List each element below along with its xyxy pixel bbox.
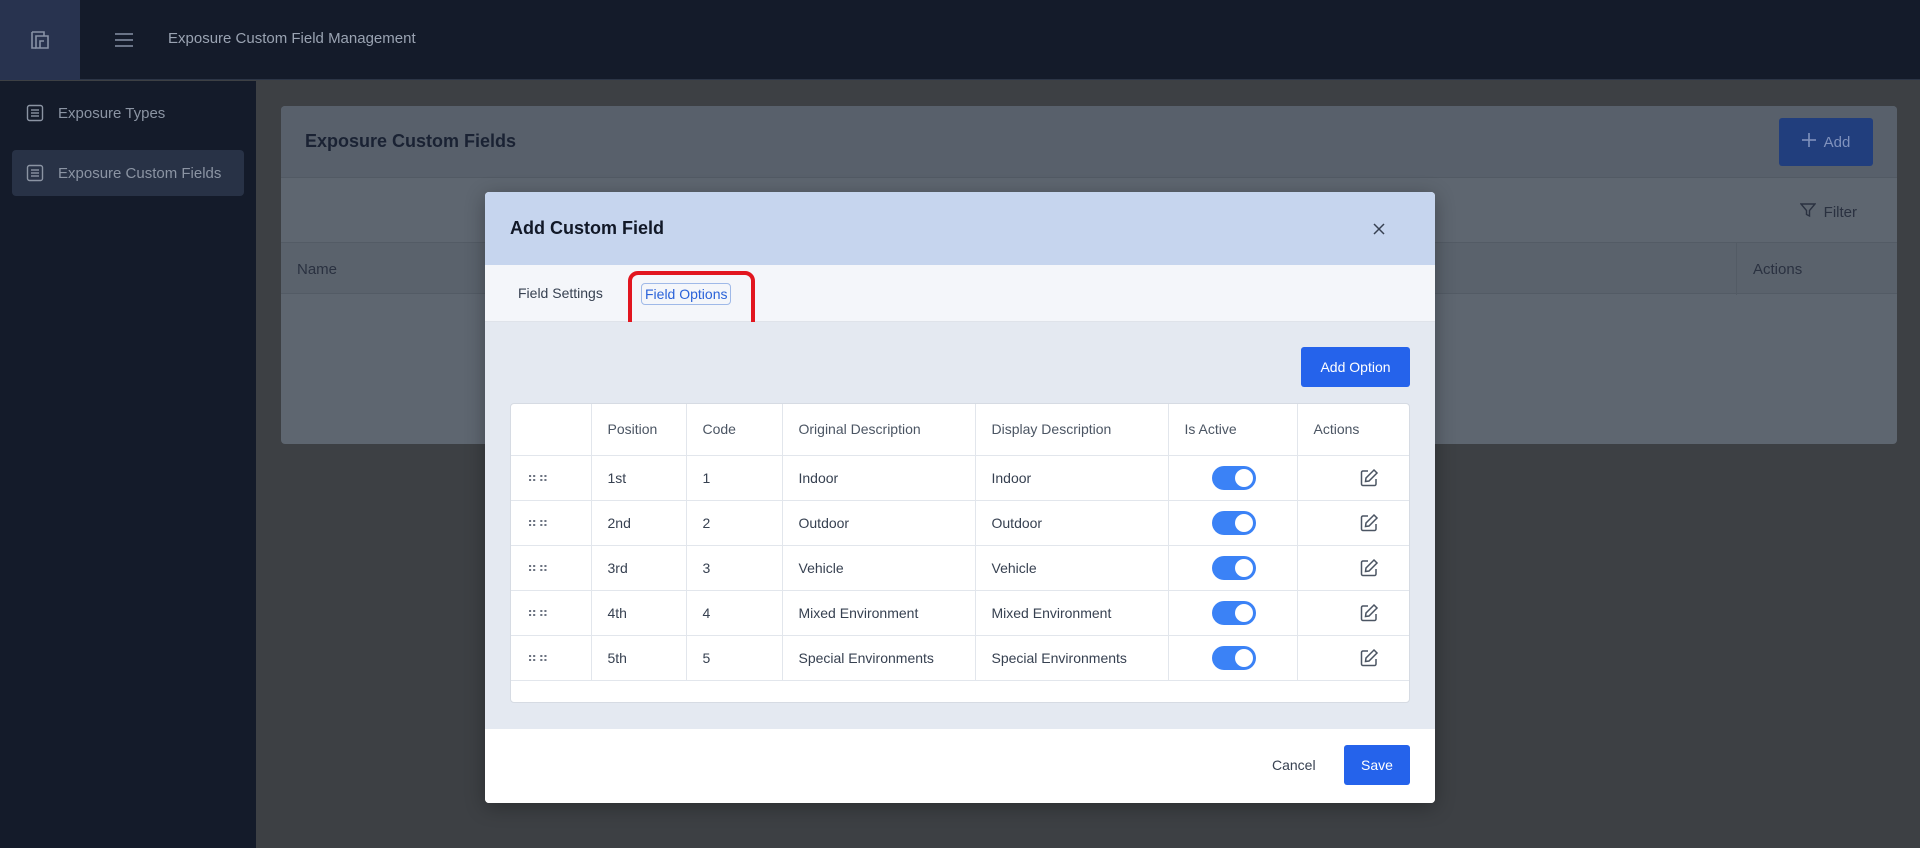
edit-icon[interactable] — [1359, 468, 1379, 488]
hamburger-icon — [115, 33, 133, 47]
drag-handle-icon: ⠶⠶ — [527, 514, 550, 530]
display-description-cell: Indoor — [975, 455, 1169, 501]
column-header-actions: Actions — [1736, 243, 1897, 295]
edit-icon[interactable] — [1359, 648, 1379, 668]
app-logo[interactable] — [0, 0, 80, 80]
table-row: ⠶⠶ 3rd 3 Vehicle Vehicle — [511, 545, 1409, 591]
original-description-cell: Outdoor — [782, 500, 976, 546]
actions-cell — [1297, 590, 1409, 636]
column-header-position: Position — [591, 404, 687, 456]
original-description-cell: Mixed Environment — [782, 590, 976, 636]
display-description-cell: Mixed Environment — [975, 590, 1169, 636]
edit-icon[interactable] — [1359, 558, 1379, 578]
sidebar-item-exposure-types[interactable]: Exposure Types — [12, 90, 244, 136]
code-cell: 1 — [686, 455, 783, 501]
app-title: Exposure Custom Field Management — [168, 30, 416, 47]
is-active-cell — [1168, 500, 1298, 546]
active-toggle[interactable] — [1211, 645, 1256, 670]
active-toggle[interactable] — [1211, 555, 1256, 580]
dialog-title: Add Custom Field — [510, 218, 664, 238]
original-description-cell: Vehicle — [782, 545, 976, 591]
code-cell: 2 — [686, 500, 783, 546]
display-description-cell: Special Environments — [975, 635, 1169, 681]
options-table: Position Code Original Description Displ… — [510, 403, 1410, 703]
table-row: ⠶⠶ 2nd 2 Outdoor Outdoor — [511, 500, 1409, 546]
code-cell: 5 — [686, 635, 783, 681]
is-active-cell — [1168, 590, 1298, 636]
drag-handle[interactable]: ⠶⠶ — [511, 635, 592, 681]
close-icon — [1373, 223, 1385, 235]
drag-handle[interactable]: ⠶⠶ — [511, 500, 592, 546]
actions-cell — [1297, 545, 1409, 591]
drag-handle[interactable]: ⠶⠶ — [511, 545, 592, 591]
add-custom-field-dialog: Add Custom Field Field Settings Field Op… — [485, 192, 1435, 803]
top-bar: Exposure Custom Field Management — [0, 0, 1920, 80]
edit-icon[interactable] — [1359, 513, 1379, 533]
table-row: ⠶⠶ 5th 5 Special Environments Special En… — [511, 635, 1409, 681]
plus-icon — [1801, 133, 1816, 151]
tab-field-settings[interactable]: Field Settings — [518, 285, 603, 301]
position-cell: 1st — [591, 455, 687, 501]
column-header-name: Name — [297, 261, 338, 278]
original-description-cell: Indoor — [782, 455, 976, 501]
is-active-cell — [1168, 455, 1298, 501]
save-button[interactable]: Save — [1344, 745, 1410, 785]
display-description-cell: Vehicle — [975, 545, 1169, 591]
position-cell: 2nd — [591, 500, 687, 546]
column-header-drag — [511, 404, 592, 456]
position-cell: 3rd — [591, 545, 687, 591]
add-button[interactable]: Add — [1779, 118, 1873, 166]
add-option-button[interactable]: Add Option — [1301, 347, 1410, 387]
sidebar-item-exposure-custom-fields[interactable]: Exposure Custom Fields — [12, 150, 244, 196]
sidebar: Exposure Types Exposure Custom Fields — [0, 81, 256, 848]
dialog-header: Add Custom Field — [485, 192, 1435, 265]
add-button-label: Add — [1823, 133, 1851, 151]
column-header-actions: Actions — [1297, 404, 1409, 456]
original-description-cell: Special Environments — [782, 635, 976, 681]
drag-handle-icon: ⠶⠶ — [527, 649, 550, 665]
table-row: ⠶⠶ 1st 1 Indoor Indoor — [511, 455, 1409, 501]
page-title: Exposure Custom Fields — [305, 131, 517, 151]
close-button[interactable] — [1369, 219, 1389, 239]
is-active-cell — [1168, 635, 1298, 681]
drag-handle[interactable]: ⠶⠶ — [511, 455, 592, 501]
hamburger-menu-button[interactable] — [112, 28, 136, 52]
drag-handle-icon: ⠶⠶ — [527, 559, 550, 575]
column-header-is-active: Is Active — [1168, 404, 1298, 456]
display-description-cell: Outdoor — [975, 500, 1169, 546]
cancel-button[interactable]: Cancel — [1272, 757, 1316, 773]
list-icon — [26, 164, 44, 182]
filter-icon — [1799, 202, 1817, 222]
app-logo-icon — [31, 31, 49, 49]
filter-button[interactable]: Filter — [1799, 202, 1857, 222]
list-icon — [26, 104, 44, 122]
table-row: ⠶⠶ 4th 4 Mixed Environment Mixed Environ… — [511, 590, 1409, 636]
filter-label: Filter — [1823, 203, 1857, 221]
position-cell: 4th — [591, 590, 687, 636]
actions-cell — [1297, 635, 1409, 681]
actions-cell — [1297, 500, 1409, 546]
edit-icon[interactable] — [1359, 603, 1379, 623]
drag-handle[interactable]: ⠶⠶ — [511, 590, 592, 636]
position-cell: 5th — [591, 635, 687, 681]
code-cell: 3 — [686, 545, 783, 591]
is-active-cell — [1168, 545, 1298, 591]
dialog-tabs: Field Settings Field Options — [485, 265, 1435, 335]
code-cell: 4 — [686, 590, 783, 636]
column-header-code: Code — [686, 404, 783, 456]
sidebar-item-label: Exposure Custom Fields — [58, 164, 222, 182]
dialog-body: Add Option Position Code Original Descri… — [485, 322, 1435, 729]
column-header-original-description: Original Description — [782, 404, 976, 456]
table-header-row: Position Code Original Description Displ… — [511, 404, 1409, 456]
active-toggle[interactable] — [1211, 510, 1256, 535]
dialog-footer: Cancel Save — [485, 729, 1435, 803]
column-header-display-description: Display Description — [975, 404, 1169, 456]
sidebar-item-label: Exposure Types — [58, 104, 166, 122]
actions-cell — [1297, 455, 1409, 501]
drag-handle-icon: ⠶⠶ — [527, 604, 550, 620]
card-header: Exposure Custom Fields Add — [281, 106, 1897, 178]
drag-handle-icon: ⠶⠶ — [527, 469, 550, 485]
active-toggle[interactable] — [1211, 465, 1256, 490]
active-toggle[interactable] — [1211, 600, 1256, 625]
